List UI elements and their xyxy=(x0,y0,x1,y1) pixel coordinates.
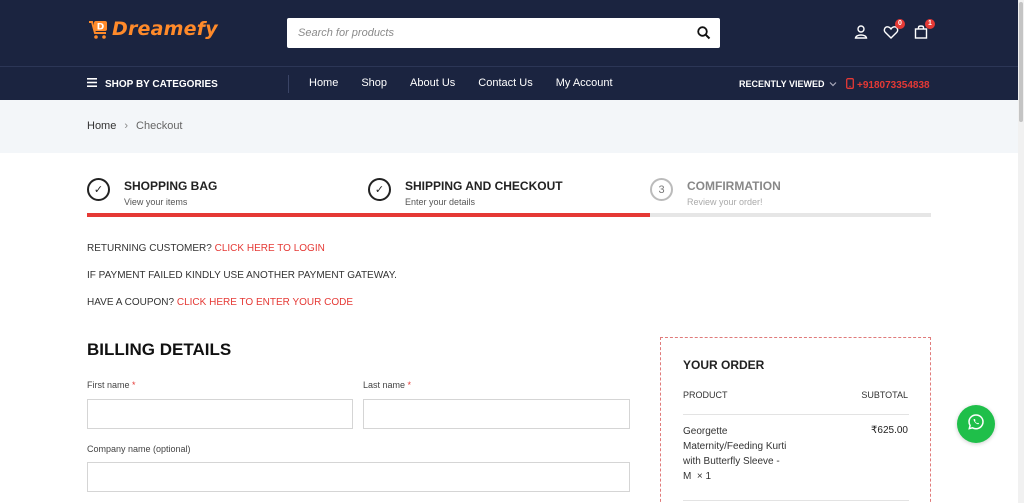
step-subtitle: View your items xyxy=(124,197,188,207)
product-column-header: PRODUCT xyxy=(683,390,728,400)
step-subtitle: Enter your details xyxy=(405,197,476,207)
returning-customer-text: RETURNING CUSTOMER? xyxy=(87,243,212,254)
user-account-icon[interactable] xyxy=(853,24,869,40)
first-name-field[interactable] xyxy=(87,399,353,429)
whatsapp-chat-button[interactable] xyxy=(957,405,995,443)
whatsapp-icon xyxy=(967,413,985,436)
order-item-qty: × 1 xyxy=(696,471,712,482)
logo[interactable]: D Dreamefy xyxy=(88,18,218,40)
company-name-field[interactable] xyxy=(87,462,630,492)
breadcrumb-current: Checkout xyxy=(136,120,183,132)
check-icon: ✓ xyxy=(368,178,391,201)
order-divider xyxy=(683,414,909,415)
company-name-label: Company name (optional) xyxy=(87,444,191,454)
step-title: SHOPPING BAG xyxy=(124,179,218,193)
menu-item-home[interactable]: Home xyxy=(309,77,338,89)
menu-item-shop[interactable]: Shop xyxy=(361,77,387,89)
cart-count-badge: 1 xyxy=(925,19,935,29)
check-icon: ✓ xyxy=(87,178,110,201)
top-header: D Dreamefy 0 1 xyxy=(0,0,1024,66)
order-item-name: Georgette Maternity/Feeding Kurti with B… xyxy=(683,426,787,482)
last-name-label: Last name * xyxy=(363,380,412,390)
step-title: SHIPPING AND CHECKOUT xyxy=(405,179,563,193)
phone-icon xyxy=(846,78,854,92)
coupon-text: HAVE A COUPON? xyxy=(87,297,175,308)
login-link[interactable]: CLICK HERE TO LOGIN xyxy=(215,243,325,254)
wishlist-heart-icon[interactable]: 0 xyxy=(883,19,905,40)
main-navbar: SHOP BY CATEGORIES Home Shop About Us Co… xyxy=(0,66,1024,100)
chevron-down-icon xyxy=(829,79,837,89)
phone-number: +918073354838 xyxy=(857,79,930,91)
page-scrollbar[interactable] xyxy=(1018,0,1024,503)
menu-item-about-us[interactable]: About Us xyxy=(410,77,455,89)
first-name-label: First name * xyxy=(87,380,136,390)
step-number: 3 xyxy=(650,178,673,201)
shopping-bag-icon[interactable]: 1 xyxy=(913,19,935,40)
recently-viewed-dropdown[interactable]: RECENTLY VIEWED xyxy=(739,79,837,89)
menu-item-my-account[interactable]: My Account xyxy=(556,77,613,89)
step-title: COMFIRMATION xyxy=(687,179,781,193)
checkout-progress-bar xyxy=(87,213,931,217)
breadcrumb: Home › Checkout xyxy=(87,120,183,132)
last-name-field[interactable] xyxy=(363,399,630,429)
subtotal-column-header: SUBTOTAL xyxy=(861,390,908,400)
shop-by-categories-button[interactable]: SHOP BY CATEGORIES xyxy=(87,78,218,90)
step-shopping-bag[interactable]: ✓ SHOPPING BAG View your items xyxy=(87,178,217,207)
search-input[interactable] xyxy=(287,18,677,48)
step-confirmation: 3 COMFIRMATION Review your order! xyxy=(650,178,781,207)
scrollbar-thumb[interactable] xyxy=(1019,2,1023,122)
breadcrumb-home[interactable]: Home xyxy=(87,120,116,132)
recently-viewed-label: RECENTLY VIEWED xyxy=(739,79,825,89)
main-menu: Home Shop About Us Contact Us My Account xyxy=(309,77,636,89)
breadcrumb-bar: Home › Checkout xyxy=(0,100,1024,153)
returning-customer-notice: RETURNING CUSTOMER? CLICK HERE TO LOGIN xyxy=(87,243,325,254)
categories-label: SHOP BY CATEGORIES xyxy=(105,78,218,90)
billing-details-heading: BILLING DETAILS xyxy=(87,340,232,359)
step-subtitle: Review your order! xyxy=(687,197,763,207)
phone-link[interactable]: +918073354838 xyxy=(846,78,930,92)
order-summary: YOUR ORDER PRODUCT SUBTOTAL Georgette Ma… xyxy=(660,337,931,503)
logo-letter: D xyxy=(97,23,104,33)
coupon-notice: HAVE A COUPON? CLICK HERE TO ENTER YOUR … xyxy=(87,297,353,308)
payment-failed-notice: IF PAYMENT FAILED KINDLY USE ANOTHER PAY… xyxy=(87,270,397,281)
search-icon[interactable] xyxy=(696,25,712,41)
search-box xyxy=(287,18,720,48)
nav-divider xyxy=(288,75,289,93)
progress-fill xyxy=(87,213,650,217)
order-item-price: ₹625.00 xyxy=(871,425,908,436)
breadcrumb-separator: › xyxy=(124,120,129,132)
wishlist-count-badge: 0 xyxy=(895,19,905,29)
menu-item-contact-us[interactable]: Contact Us xyxy=(478,77,532,89)
order-title: YOUR ORDER xyxy=(683,358,765,372)
checkout-steps: ✓ SHOPPING BAG View your items ✓ SHIPPIN… xyxy=(87,178,931,218)
logo-text: Dreamefy xyxy=(112,18,218,40)
step-shipping-checkout[interactable]: ✓ SHIPPING AND CHECKOUT Enter your detai… xyxy=(368,178,563,207)
hamburger-menu-icon xyxy=(87,78,97,90)
order-divider xyxy=(683,500,909,501)
cart-logo-icon: D xyxy=(88,18,110,40)
coupon-link[interactable]: CLICK HERE TO ENTER YOUR CODE xyxy=(177,297,353,308)
